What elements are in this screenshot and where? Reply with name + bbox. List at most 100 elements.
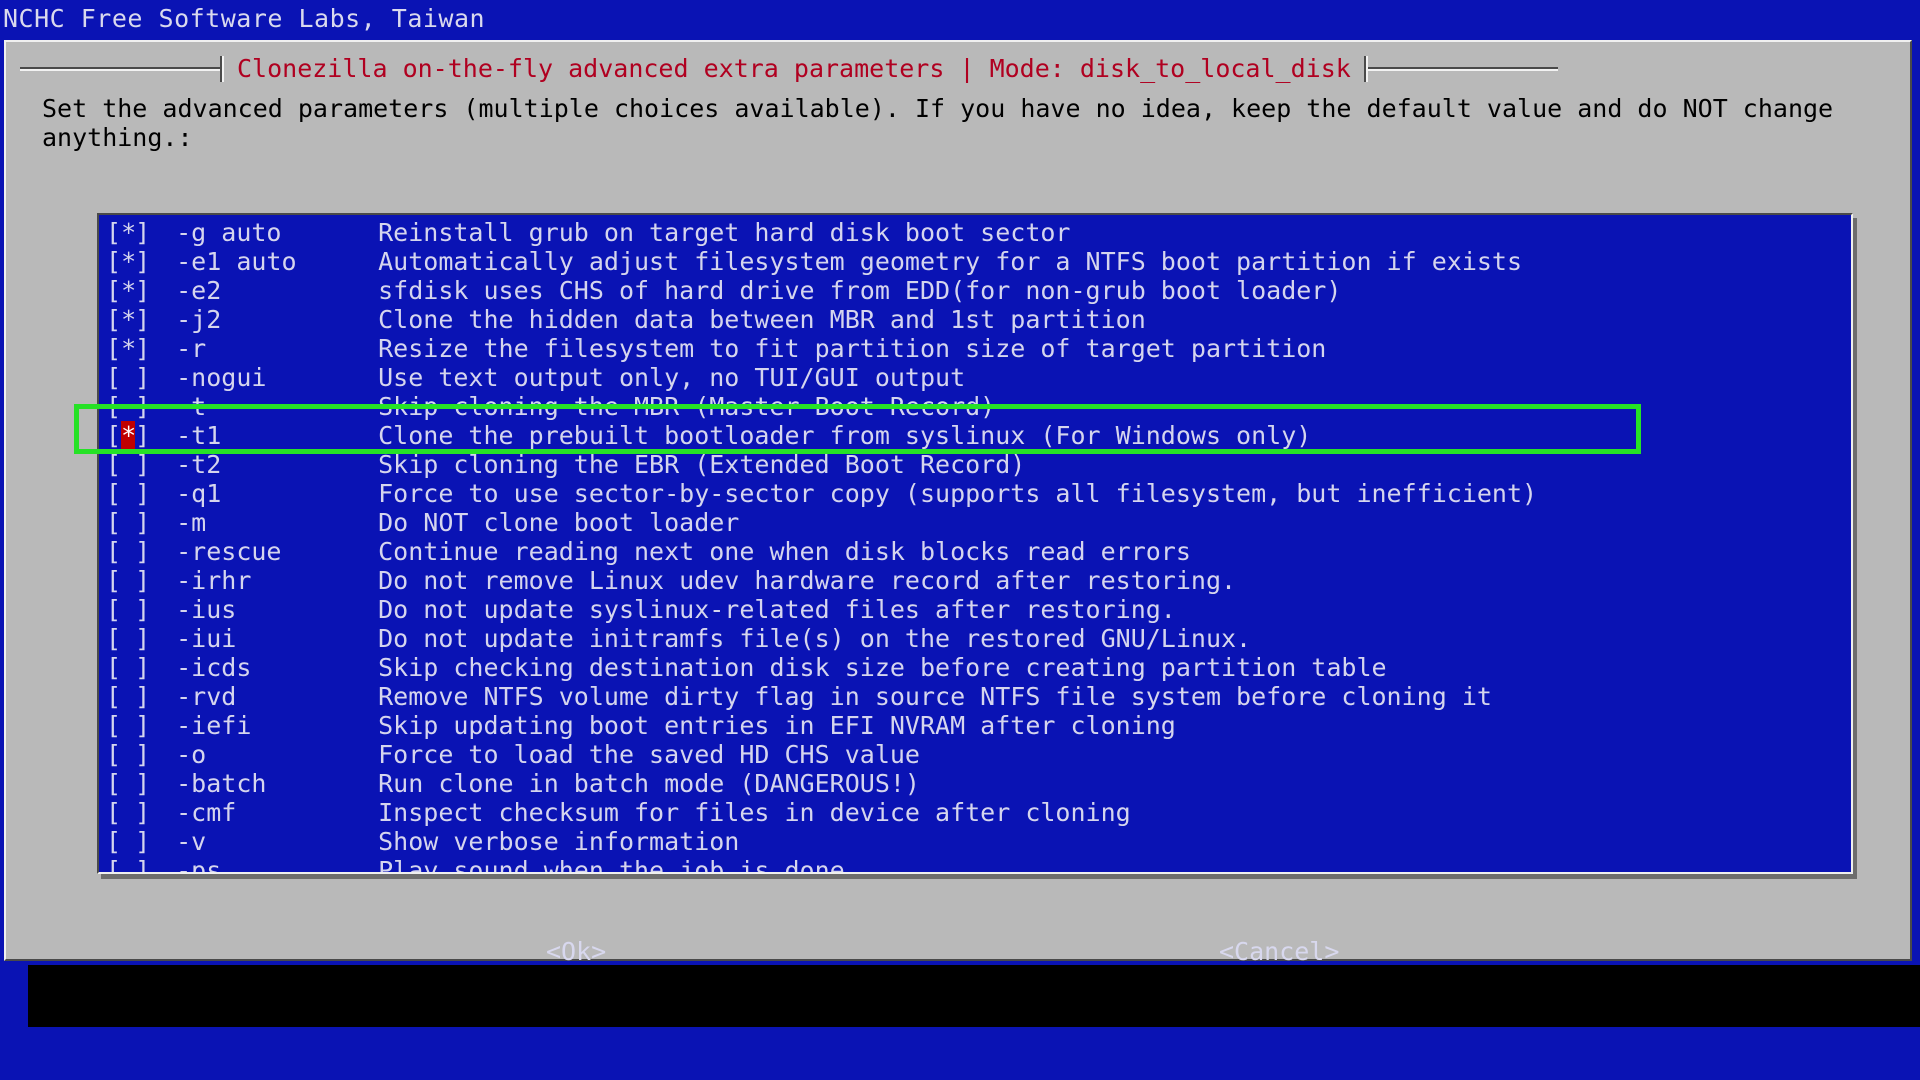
- checkbox-bracket-left: [: [106, 595, 122, 624]
- checkbox-mark: [121, 711, 135, 740]
- checkbox-mark: [121, 624, 135, 653]
- option-flag: -cmf: [176, 798, 237, 827]
- checkbox-bracket-left: [: [106, 421, 122, 450]
- checkbox-bracket-right: ]: [135, 856, 151, 874]
- checklist-row[interactable]: [*] -e1 auto Automatically adjust filesyst…: [99, 247, 1851, 276]
- dialog-title: Clonezilla on-the-fly advanced extra par…: [237, 54, 1351, 83]
- checkbox-bracket-left: [: [106, 566, 122, 595]
- option-description: Automatically adjust filesystem geometry…: [378, 247, 1523, 276]
- checkbox-bracket-right: ]: [135, 537, 151, 566]
- checklist-row[interactable]: [*] -e2 sfdisk uses CHS of hard drive from…: [99, 276, 1851, 305]
- checkbox-bracket-left: [: [106, 218, 122, 247]
- option-description: Force to use sector-by-sector copy (supp…: [378, 479, 1538, 508]
- checkbox-bracket-right: ]: [135, 450, 151, 479]
- checkbox-bracket-left: [: [106, 305, 122, 334]
- checklist-row[interactable]: [ ] -ius Do not update syslinux-related fi…: [99, 595, 1851, 624]
- cancel-button[interactable]: <Cancel>: [1219, 937, 1339, 967]
- checklist-row[interactable]: [ ] -v Show verbose information: [99, 827, 1851, 856]
- option-flag: -t: [176, 392, 207, 421]
- option-flag: -e1 auto: [176, 247, 297, 276]
- checkbox-mark: [121, 653, 135, 682]
- checkbox[interactable]: [ ]: [106, 769, 150, 798]
- title-rule-left: [20, 67, 220, 71]
- checkbox[interactable]: [ ]: [106, 479, 150, 508]
- checkbox[interactable]: [ ]: [106, 450, 150, 479]
- checklist-row[interactable]: [ ] -rvd Remove NTFS volume dirty flag in …: [99, 682, 1851, 711]
- option-description: Use text output only, no TUI/GUI output: [378, 363, 966, 392]
- checklist-row[interactable]: [ ] -o Force to load the saved HD CHS valu…: [99, 740, 1851, 769]
- clonezilla-dialog: Clonezilla on-the-fly advanced extra par…: [4, 40, 1912, 966]
- advanced-parameters-checklist[interactable]: [*] -g auto Reinstall grub on target hard …: [97, 213, 1853, 874]
- checkbox-bracket-right: ]: [135, 682, 151, 711]
- option-flag: -icds: [176, 653, 252, 682]
- checkbox[interactable]: [*]: [106, 421, 150, 450]
- checklist-row[interactable]: [ ] -t2 Skip cloning the EBR (Extended Boo…: [99, 450, 1851, 479]
- nchc-banner: NCHC Free Software Labs, Taiwan: [0, 0, 1920, 37]
- checkbox-bracket-left: [: [106, 508, 122, 537]
- option-flag: -g auto: [176, 218, 282, 247]
- checklist-row[interactable]: [ ] -batch Run clone in batch mode (DANGER…: [99, 769, 1851, 798]
- checklist-row[interactable]: [ ] -ps Play sound when the job is done: [99, 856, 1851, 874]
- checklist-row[interactable]: [ ] -rescue Continue reading next one when…: [99, 537, 1851, 566]
- checkbox[interactable]: [ ]: [106, 624, 150, 653]
- checkbox-bracket-right: ]: [135, 769, 151, 798]
- checklist-row[interactable]: [ ] -iefi Skip updating boot entries in EF…: [99, 711, 1851, 740]
- checkbox[interactable]: [ ]: [106, 682, 150, 711]
- checkbox[interactable]: [*]: [106, 305, 150, 334]
- option-description: Continue reading next one when disk bloc…: [378, 537, 1191, 566]
- checkbox[interactable]: [ ]: [106, 392, 150, 421]
- checkbox-mark: *: [121, 247, 137, 276]
- checkbox-bracket-right: ]: [135, 305, 151, 334]
- option-flag: -rescue: [176, 537, 282, 566]
- checkbox-bracket-right: ]: [135, 276, 151, 305]
- checklist-row[interactable]: [*] -g auto Reinstall grub on target hard …: [99, 218, 1851, 247]
- checkbox[interactable]: [ ]: [106, 740, 150, 769]
- checkbox[interactable]: [ ]: [106, 827, 150, 856]
- checkbox[interactable]: [ ]: [106, 595, 150, 624]
- checkbox[interactable]: [ ]: [106, 537, 150, 566]
- bottom-black-band: [0, 965, 1920, 1027]
- checklist-row[interactable]: [ ] -iui Do not update initramfs file(s) o…: [99, 624, 1851, 653]
- option-flag: -o: [176, 740, 207, 769]
- checkbox[interactable]: [ ]: [106, 508, 150, 537]
- checkbox[interactable]: [ ]: [106, 363, 150, 392]
- checkbox[interactable]: [*]: [106, 247, 150, 276]
- checkbox[interactable]: [*]: [106, 334, 150, 363]
- option-description: Clone the prebuilt bootloader from sysli…: [378, 421, 1312, 450]
- checkbox[interactable]: [*]: [106, 276, 150, 305]
- checklist-row[interactable]: [*] -r Resize the filesystem to fit partit…: [99, 334, 1851, 363]
- checklist-row[interactable]: [ ] -m Do NOT clone boot loader: [99, 508, 1851, 537]
- checkbox[interactable]: [ ]: [106, 653, 150, 682]
- checklist-row[interactable]: [ ] -irhr Do not remove Linux udev hardwar…: [99, 566, 1851, 595]
- checkbox[interactable]: [ ]: [106, 798, 150, 827]
- checkbox-bracket-right: ]: [135, 334, 151, 363]
- checklist-row[interactable]: [*] -t1 Clone the prebuilt bootloader from…: [99, 421, 1851, 450]
- checkbox-bracket-left: [: [106, 856, 122, 874]
- option-description: Reinstall grub on target hard disk boot …: [378, 218, 1071, 247]
- checkbox[interactable]: [*]: [106, 218, 150, 247]
- ok-button[interactable]: <Ok>: [546, 937, 606, 967]
- checkbox[interactable]: [ ]: [106, 566, 150, 595]
- checkbox-bracket-right: ]: [135, 247, 151, 276]
- option-description: Skip updating boot entries in EFI NVRAM …: [378, 711, 1176, 740]
- checkbox-bracket-left: [: [106, 827, 122, 856]
- checkbox[interactable]: [ ]: [106, 856, 151, 874]
- checklist-row[interactable]: [ ] -icds Skip checking destination disk s…: [99, 653, 1851, 682]
- checkbox-bracket-left: [: [106, 740, 122, 769]
- checklist-row[interactable]: [*] -j2 Clone the hidden data between MBR …: [99, 305, 1851, 334]
- checkbox-bracket-right: ]: [135, 653, 151, 682]
- checklist-row[interactable]: [ ] -t Skip cloning the MBR (Master Boot R…: [99, 392, 1851, 421]
- option-flag: -m: [176, 508, 207, 537]
- checkbox-bracket-left: [: [106, 798, 122, 827]
- checklist-row[interactable]: [ ] -cmf Inspect checksum for files in dev…: [99, 798, 1851, 827]
- option-description: Play sound when the job is done: [378, 856, 845, 874]
- checkbox-mark: [121, 566, 135, 595]
- checkbox-mark: *: [121, 305, 137, 334]
- checkbox-mark: [121, 508, 135, 537]
- checkbox-bracket-left: [: [106, 392, 122, 421]
- checkbox-bracket-right: ]: [135, 363, 151, 392]
- checklist-row[interactable]: [ ] -nogui Use text output only, no TUI/GU…: [99, 363, 1851, 392]
- checkbox[interactable]: [ ]: [106, 711, 150, 740]
- checkbox-bracket-right: ]: [135, 566, 151, 595]
- checklist-row[interactable]: [ ] -q1 Force to use sector-by-sector copy…: [99, 479, 1851, 508]
